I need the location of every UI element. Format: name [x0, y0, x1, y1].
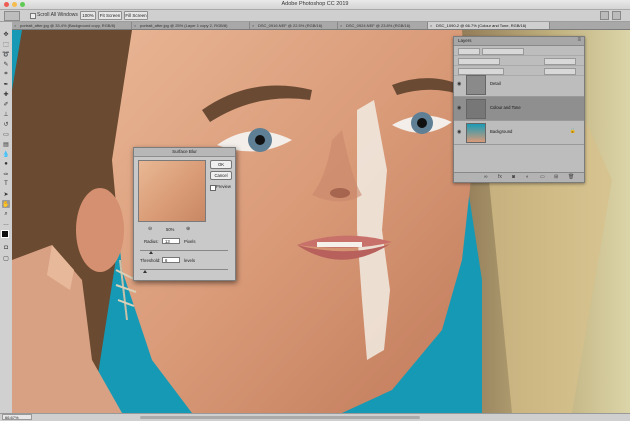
document-tabs: × portrait_after.jpg @ 33.4% (Background … — [12, 22, 630, 30]
history-brush-tool-icon[interactable]: ↺ — [2, 120, 10, 128]
dialog-title: Surface Blur — [134, 148, 235, 157]
delete-layer-icon[interactable]: 🗑 — [568, 174, 574, 180]
tab-document-2[interactable]: × portrait_after.jpg @ 25% (Layer 1 copy … — [132, 22, 250, 29]
zoom-100-button[interactable]: 100% — [80, 11, 96, 20]
close-tab-icon[interactable]: × — [340, 22, 342, 29]
layer-thumbnail — [466, 99, 486, 119]
layer-thumbnail — [466, 123, 486, 143]
filter-preview[interactable] — [138, 160, 206, 222]
threshold-slider[interactable] — [140, 269, 228, 270]
close-tab-icon[interactable]: × — [252, 22, 254, 29]
marquee-tool-icon[interactable]: ⬚ — [2, 40, 10, 48]
brush-tool-icon[interactable]: ✐ — [2, 100, 10, 108]
layer-name: Colour and Tone — [490, 105, 521, 110]
opacity-field[interactable] — [544, 58, 576, 65]
tab-document-active[interactable]: × DSC_1090-2 @ 66.7% (Colour and Tone, RG… — [428, 22, 550, 29]
move-tool-icon[interactable]: ✥ — [2, 30, 10, 38]
zoom-level-field[interactable]: 66.67% — [2, 414, 32, 420]
fit-screen-button[interactable]: Fit Screen — [98, 11, 122, 20]
filter-kind-select[interactable] — [458, 48, 480, 55]
adjustment-layer-icon[interactable]: ◐ — [526, 174, 529, 180]
tab-document-3[interactable]: × DSC_0916.NEF @ 22.5% (RGB/16) — [250, 22, 338, 29]
close-tab-icon[interactable]: × — [430, 22, 432, 29]
options-bar: Scroll All Windows 100% Fit Screen Fill … — [0, 10, 630, 22]
screen-mode-icon[interactable]: ▢ — [2, 254, 10, 262]
eraser-tool-icon[interactable]: ▭ — [2, 130, 10, 138]
preview-label: Preview — [216, 184, 231, 189]
type-tool-icon[interactable]: T — [2, 180, 10, 188]
blend-mode-select[interactable] — [458, 58, 500, 65]
radius-slider-handle[interactable] — [149, 251, 154, 254]
tab-document-1[interactable]: × portrait_after.jpg @ 33.4% (Background … — [12, 22, 132, 29]
layers-panel-title: Layers — [458, 38, 472, 43]
layer-style-icon[interactable]: fx — [498, 174, 502, 180]
lock-icon: 🔒 — [569, 128, 576, 134]
scroll-all-windows-label: Scroll All Windows — [37, 12, 78, 18]
threshold-slider-handle[interactable] — [143, 270, 148, 273]
eye-icon[interactable]: ◉ — [457, 129, 461, 135]
zoom-out-icon[interactable]: ⊖ — [148, 226, 152, 232]
tab-document-4[interactable]: × DSC_0924.NEF @ 23.8% (RGB/16) — [338, 22, 428, 29]
quick-select-tool-icon[interactable]: ✎ — [2, 60, 10, 68]
layers-panel: Layers ≡ ◉ Detail ◉ Colour and Tone ◉ Ba… — [453, 36, 585, 183]
zoom-in-icon[interactable]: ⊕ — [186, 226, 190, 232]
quick-mask-icon[interactable]: ◘ — [2, 244, 10, 252]
threshold-label: Threshold: — [140, 258, 161, 263]
scroll-all-windows-checkbox[interactable] — [30, 13, 36, 19]
pen-tool-icon[interactable]: ✑ — [2, 170, 10, 178]
gradient-tool-icon[interactable]: ▤ — [2, 140, 10, 148]
hand-tool-icon[interactable]: ✋ — [2, 200, 10, 208]
new-group-icon[interactable]: ▭ — [540, 174, 545, 180]
filter-icons[interactable] — [482, 48, 524, 55]
blend-mode-row — [454, 56, 584, 66]
more-tools-icon[interactable]: … — [2, 220, 10, 228]
path-select-tool-icon[interactable]: ➤ — [2, 190, 10, 198]
layers-panel-header: Layers ≡ — [454, 37, 584, 46]
close-tab-icon[interactable]: × — [134, 22, 136, 29]
layer-thumbnail — [466, 75, 486, 95]
search-icon[interactable] — [600, 11, 609, 20]
layer-item-background[interactable]: ◉ Background 🔒 — [454, 121, 584, 145]
lasso-tool-icon[interactable]: ➰ — [2, 50, 10, 58]
crop-tool-icon[interactable]: ⌗ — [2, 70, 10, 78]
window-title: Adobe Photoshop CC 2019 — [281, 1, 349, 7]
clone-stamp-tool-icon[interactable]: ⊥ — [2, 110, 10, 118]
layer-name: Detail — [490, 81, 501, 86]
healing-brush-tool-icon[interactable]: ✚ — [2, 90, 10, 98]
eye-icon[interactable]: ◉ — [457, 81, 461, 87]
preview-zoom-value: 50% — [166, 227, 175, 232]
hand-tool-preset[interactable] — [4, 11, 20, 21]
workspace-icon[interactable] — [612, 11, 621, 20]
threshold-input[interactable]: 6 — [162, 257, 180, 263]
ok-button[interactable]: OK — [210, 160, 232, 169]
horizontal-scrollbar[interactable] — [140, 416, 420, 419]
cancel-button[interactable]: Cancel — [210, 171, 232, 180]
link-layers-icon[interactable]: ∞ — [484, 174, 488, 180]
threshold-unit: levels — [184, 258, 195, 263]
radius-input[interactable]: 13 — [162, 238, 180, 244]
radius-label: Radius: — [144, 239, 159, 244]
layers-panel-footer: ∞ fx ◙ ◐ ▭ ⊞ 🗑 — [454, 172, 584, 182]
eyedropper-tool-icon[interactable]: ✒ — [2, 80, 10, 88]
layer-filter-row — [454, 46, 584, 56]
title-bar: Adobe Photoshop CC 2019 — [0, 0, 630, 10]
panel-menu-icon[interactable]: ≡ — [577, 37, 581, 43]
dodge-tool-icon[interactable]: ● — [2, 160, 10, 168]
radius-unit: Pixels — [184, 239, 196, 244]
blur-tool-icon[interactable]: 💧 — [2, 150, 10, 158]
close-tab-icon[interactable]: × — [14, 22, 16, 29]
zoom-tool-icon[interactable]: ⌕ — [2, 210, 10, 218]
surface-blur-dialog: Surface Blur OK Cancel Preview ⊖ 50% ⊕ R… — [133, 147, 236, 281]
eye-icon[interactable]: ◉ — [457, 105, 461, 111]
foreground-color-swatch[interactable] — [1, 230, 9, 238]
layer-item-detail[interactable]: ◉ Detail — [454, 73, 584, 97]
add-mask-icon[interactable]: ◙ — [512, 174, 515, 180]
layer-name: Background — [490, 129, 513, 134]
layer-item-colour-and-tone[interactable]: ◉ Colour and Tone — [454, 97, 584, 121]
fill-screen-button[interactable]: Fill Screen — [124, 11, 148, 20]
new-layer-icon[interactable]: ⊞ — [554, 174, 558, 180]
